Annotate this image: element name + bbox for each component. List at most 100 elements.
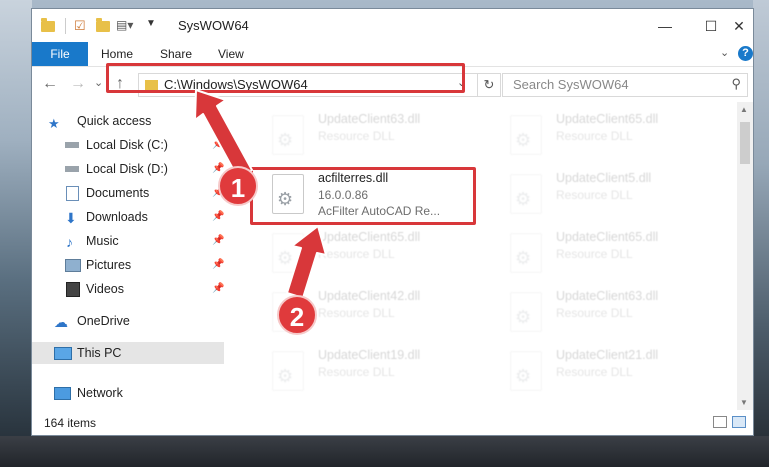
sidebar-item-network[interactable]: Network [32,382,224,404]
close-button[interactable]: ✕ [716,13,762,39]
file-type: Resource DLL [556,247,633,261]
file-item[interactable]: UpdateClient21.dll Resource DLL [490,348,710,398]
file-item[interactable]: UpdateClient63.dll Resource DLL [252,112,472,162]
file-name: UpdateClient65.dll [556,112,659,126]
file-name: UpdateClient63.dll [556,289,659,303]
file-type: Resource DLL [556,365,633,379]
pictures-icon [65,259,81,272]
file-highlight [250,167,476,225]
tab-file[interactable]: File [32,42,88,66]
expand-ribbon-chevron-icon[interactable]: ⌄ [720,46,729,59]
large-icons-view-icon[interactable] [732,416,746,428]
sidebar-item-documents[interactable]: Documents 📌 [32,182,224,204]
pin-icon: 📌 [212,259,225,270]
search-input[interactable]: Search SysWOW64 ⚲ [502,73,748,97]
download-icon: ⬇ [65,210,77,226]
properties-icon[interactable]: ☑ [74,18,86,34]
pin-icon: 📌 [212,139,225,150]
documents-icon [66,186,79,201]
minimize-button[interactable]: — [642,13,688,39]
sidebar-item-label: Music [86,234,119,248]
forward-arrow-icon[interactable]: → [70,75,86,93]
help-icon[interactable]: ? [738,46,753,61]
sidebar-item-label: OneDrive [77,314,130,328]
dll-file-icon [510,233,542,273]
file-item[interactable]: UpdateClient65.dll Resource DLL [490,230,710,280]
search-placeholder: Search SysWOW64 [513,77,629,92]
file-type: Resource DLL [318,306,395,320]
back-arrow-icon[interactable]: ← [42,75,58,93]
file-name: UpdateClient5.dll [556,171,652,185]
separator [65,18,66,34]
drive-icon [65,142,79,148]
details-view-icon[interactable] [713,416,727,428]
file-type: Resource DLL [556,188,633,202]
scroll-down-arrow-icon[interactable]: ▼ [740,398,748,407]
vertical-scrollbar[interactable]: ▲ ▼ [737,102,753,410]
desktop-background-bottom [0,436,769,467]
sidebar-item-label: Quick access [77,114,152,128]
computer-icon [54,347,72,360]
sidebar-item-music[interactable]: ♪ Music 📌 [32,230,224,252]
music-icon: ♪ [66,234,73,250]
address-bar-highlight [106,63,465,93]
recent-locations-chevron-icon[interactable]: ⌄ [94,76,103,89]
cloud-icon: ☁ [54,314,68,330]
sidebar-item-label: Downloads [86,210,148,224]
videos-icon [66,282,80,297]
scrollbar-thumb[interactable] [740,122,750,164]
file-item[interactable]: UpdateClient65.dll Resource DLL [490,112,710,162]
dll-file-icon [272,351,304,391]
file-list: UpdateClient63.dll Resource DLL UpdateCl… [232,102,737,402]
dropdown-arrow-icon[interactable]: ▼ [146,18,156,34]
dll-file-icon [510,174,542,214]
dll-file-icon [272,115,304,155]
file-item[interactable]: UpdateClient65.dll Resource DLL [252,230,472,280]
sidebar-item-onedrive[interactable]: ☁ OneDrive [32,310,224,332]
sidebar-item-label: Local Disk (D:) [86,162,168,176]
step-2-badge: 2 [277,295,317,335]
sidebar-item-quick-access[interactable]: ★ Quick access [32,110,224,132]
file-name: UpdateClient42.dll [318,289,421,303]
file-item[interactable]: UpdateClient19.dll Resource DLL [252,348,472,398]
file-name: UpdateClient19.dll [318,348,421,362]
desktop-background-right [753,0,769,467]
star-icon: ★ [48,116,60,131]
file-type: Resource DLL [318,129,395,143]
sidebar-item-label: This PC [77,346,122,360]
sidebar-item-downloads[interactable]: ⬇ Downloads 📌 [32,206,224,228]
sidebar-item-label: Documents [86,186,150,200]
sidebar-item-pictures[interactable]: Pictures 📌 [32,254,224,276]
search-icon[interactable]: ⚲ [731,76,741,92]
refresh-icon[interactable]: ↻ [477,74,500,96]
step-1-badge: 1 [218,166,258,206]
file-name: UpdateClient65.dll [556,230,659,244]
dll-file-icon [510,292,542,332]
sidebar-item-videos[interactable]: Videos 📌 [32,278,224,300]
item-count: 164 items [44,416,97,430]
customize-toolbar-icon[interactable]: ▤▾ [116,18,133,34]
sidebar-item-label: Pictures [86,258,132,272]
sidebar-item-label: Local Disk (C:) [86,138,168,152]
window-title: SysWOW64 [178,18,249,33]
dll-file-icon [510,351,542,391]
sidebar-item-label: Network [77,386,123,400]
pin-icon: 📌 [212,283,225,294]
pin-icon: 📌 [212,235,225,246]
file-name: UpdateClient63.dll [318,112,421,126]
status-bar: 164 items [32,411,753,435]
network-icon [54,387,71,400]
scroll-up-arrow-icon[interactable]: ▲ [740,105,748,114]
file-item[interactable]: UpdateClient5.dll Resource DLL [490,171,710,221]
title-bar: ☑ ▤▾ ▼ SysWOW64 — ☐ ✕ [32,9,753,42]
sidebar-item-label: Videos [86,282,124,296]
file-item[interactable]: UpdateClient63.dll Resource DLL [490,289,710,339]
pin-icon: 📌 [212,211,225,222]
dll-file-icon [510,115,542,155]
navigation-pane: ★ Quick access Local Disk (C:) 📌 Local D… [32,102,232,402]
drive-icon [65,166,79,172]
sidebar-item-local-disk-c[interactable]: Local Disk (C:) 📌 [32,134,224,156]
sidebar-item-this-pc[interactable]: This PC [32,342,224,364]
sidebar-item-local-disk-d[interactable]: Local Disk (D:) 📌 [32,158,224,180]
file-type: Resource DLL [318,247,395,261]
